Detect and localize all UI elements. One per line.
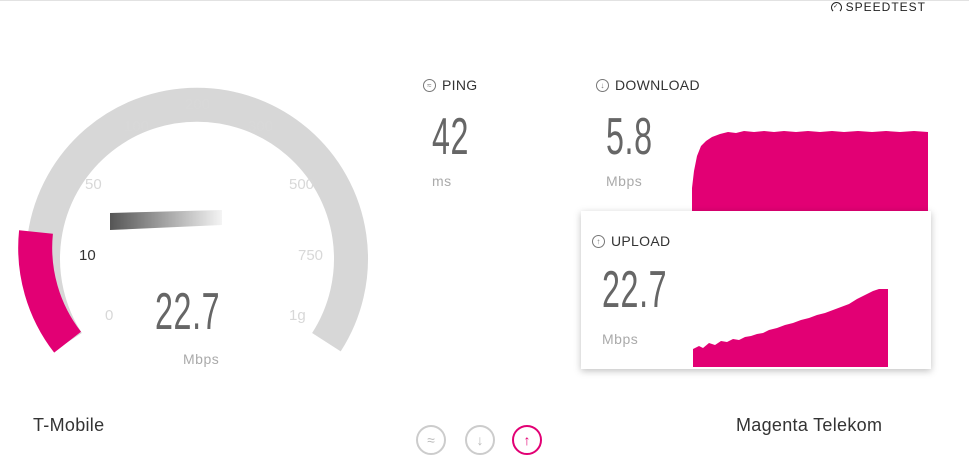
server-name[interactable]: Magenta Telekom (736, 415, 882, 436)
ping-value: 42 (432, 108, 470, 166)
nav-download-button[interactable]: ↓ (465, 425, 495, 455)
upload-value: 22.7 (602, 261, 668, 319)
gauge-tick-10: 10 (79, 247, 96, 264)
download-graph-area (692, 131, 928, 212)
upload-graph-area (693, 289, 888, 367)
download-value: 5.8 (606, 108, 653, 166)
download-label-text: DOWNLOAD (615, 77, 700, 93)
upload-unit: Mbps (602, 331, 639, 347)
ping-unit: ms (432, 173, 452, 189)
gauge-tick-50: 50 (85, 176, 102, 193)
ping-label-text: PING (442, 77, 478, 93)
nav-ping-button[interactable]: ≈ (416, 425, 446, 455)
upload-label: ↑ UPLOAD (592, 233, 670, 249)
brand-label: SPEEDTEST (845, 0, 926, 14)
gauge-tick-100: 100 (124, 118, 149, 135)
speedometer-icon: ✓ (830, 1, 842, 13)
download-label: ↓ DOWNLOAD (596, 77, 700, 93)
gauge-tick-1g: 1g (289, 307, 306, 324)
gauge-needle (110, 210, 222, 230)
upload-label-text: UPLOAD (611, 233, 671, 249)
gauge-tick-300: 300 (248, 118, 273, 135)
download-graph (692, 131, 928, 212)
speedtest-brand[interactable]: ✓ SPEEDTEST (830, 0, 926, 14)
ping-icon: ≈ (423, 78, 436, 92)
ping-label: ≈ PING (423, 77, 477, 93)
upload-arrow-icon: ↑ (592, 234, 605, 248)
upload-graph (693, 289, 888, 367)
download-arrow-icon: ↓ (596, 78, 609, 92)
upload-card: ↑ UPLOAD 22.7 Mbps (581, 211, 931, 369)
ping-icon: ≈ (427, 432, 435, 448)
gauge-tick-750: 750 (298, 247, 323, 264)
gauge-tick-0: 0 (105, 307, 113, 324)
gauge-speed-unit: Mbps (183, 351, 220, 367)
nav-upload-button[interactable]: ↑ (512, 425, 542, 455)
isp-name: T-Mobile (33, 415, 105, 435)
gauge-tick-500: 500 (289, 176, 314, 193)
gauge-speed-value: 22.7 (155, 283, 221, 341)
download-unit: Mbps (606, 173, 643, 189)
gauge-tick-200: 200 (185, 96, 210, 113)
download-arrow-icon: ↓ (476, 432, 484, 448)
upload-arrow-icon: ↑ (523, 432, 531, 448)
